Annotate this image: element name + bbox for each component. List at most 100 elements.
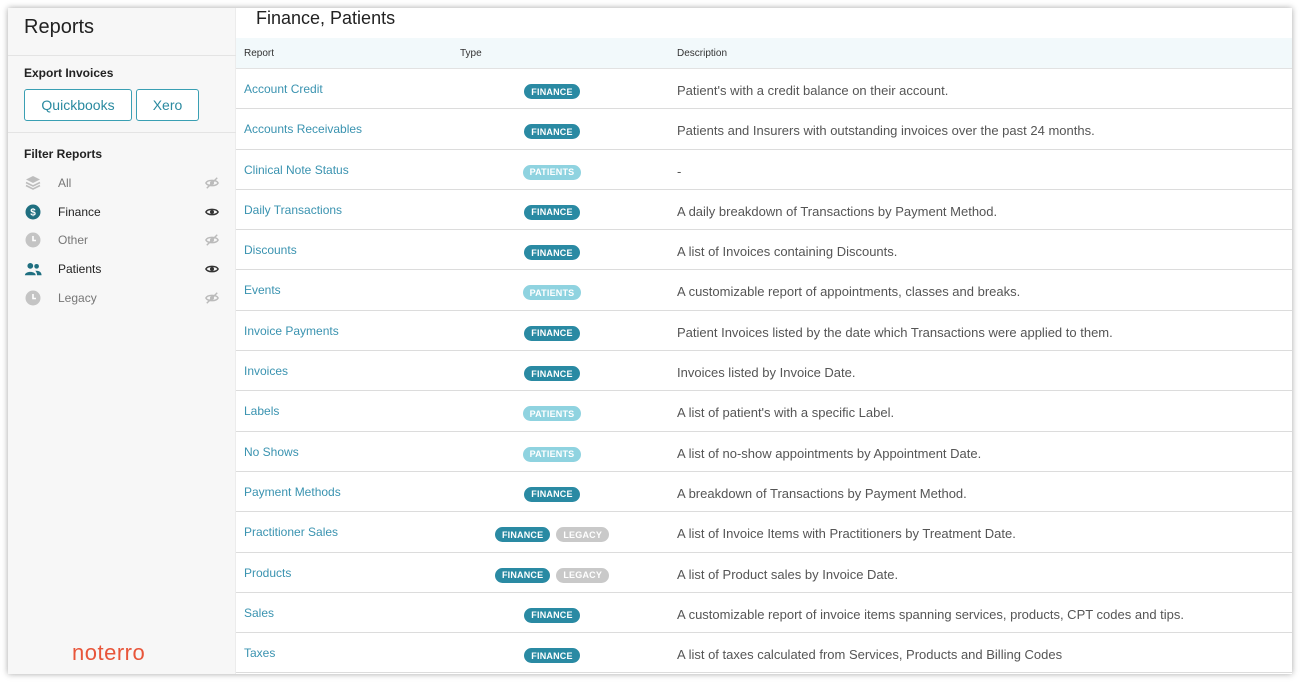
report-link[interactable]: Sales xyxy=(244,606,274,620)
column-header-description: Description xyxy=(677,48,728,59)
type-badge-finance: FINANCE xyxy=(524,325,580,341)
type-badges: FINANCE xyxy=(460,204,644,220)
filter-item-patients[interactable]: Patients xyxy=(24,259,220,279)
report-link[interactable]: Products xyxy=(244,566,291,580)
svg-text:$: $ xyxy=(30,207,36,218)
table-row: Products FINANCE LEGACY A list of Product s… xyxy=(236,553,1292,593)
report-link[interactable]: Taxes xyxy=(244,646,275,660)
type-badges: FINANCE xyxy=(460,648,644,664)
type-badge-patients: PATIENTS xyxy=(522,446,582,462)
eye-icon[interactable] xyxy=(204,204,220,220)
type-badges: FINANCE xyxy=(460,84,644,99)
table-row: Invoices FINANCE Invoices listed by Invoic… xyxy=(236,351,1292,392)
report-link[interactable]: No Shows xyxy=(244,445,299,459)
table-row: Payment Methods FINANCE A breakdown of Tra… xyxy=(236,472,1292,513)
eye-off-icon[interactable] xyxy=(204,175,220,191)
clock-icon xyxy=(24,289,42,307)
type-badges: FINANCE LEGACY xyxy=(460,527,644,543)
xero-button[interactable]: Xero xyxy=(136,89,199,121)
type-badges: PATIENTS xyxy=(460,164,644,180)
type-badge-patients: PATIENTS xyxy=(522,285,582,301)
type-badge-finance: FINANCE xyxy=(524,607,580,623)
quickbooks-button[interactable]: Quickbooks xyxy=(24,89,132,121)
type-badges: FINANCE xyxy=(460,245,644,261)
filter-item-legacy[interactable]: Legacy xyxy=(24,288,220,308)
users-icon xyxy=(24,260,42,278)
report-link[interactable]: Clinical Note Status xyxy=(244,163,349,177)
table-row: Taxes FINANCE A list of taxes calculated f… xyxy=(236,633,1292,674)
table-row: Sales FINANCE A customizable report of inv… xyxy=(236,593,1292,634)
type-badges: FINANCE xyxy=(460,486,644,502)
report-description: A list of taxes calculated from Services… xyxy=(677,647,1063,663)
type-badges: PATIENTS xyxy=(460,406,644,422)
noterro-logo: noterro xyxy=(72,640,146,665)
export-section-title: Export Invoices xyxy=(24,66,114,80)
type-badges: PATIENTS xyxy=(460,285,644,301)
type-badge-finance: FINANCE xyxy=(524,124,580,140)
report-link[interactable]: Invoice Payments xyxy=(244,324,339,338)
report-link[interactable]: Labels xyxy=(244,404,279,418)
divider xyxy=(8,55,236,56)
type-badges: FINANCE xyxy=(460,124,644,140)
type-badge-finance: FINANCE xyxy=(524,486,580,502)
app-window: Reports Export Invoices Quickbooks Xero … xyxy=(8,8,1292,674)
report-link[interactable]: Invoices xyxy=(244,364,288,378)
filter-section-title: Filter Reports xyxy=(24,147,103,161)
report-link[interactable]: Discounts xyxy=(244,243,297,257)
table-row: Discounts FINANCE A list of Invoices conta… xyxy=(236,230,1292,271)
column-header-type: Type xyxy=(460,48,482,59)
app-title: Reports xyxy=(24,16,95,38)
type-badge-patients: PATIENTS xyxy=(522,164,582,180)
layers-icon xyxy=(24,174,42,192)
report-description: A list of no-show appointments by Appoin… xyxy=(677,445,982,461)
table-row: Clinical Note Status PATIENTS - xyxy=(236,150,1292,190)
table-row: No Shows PATIENTS A list of no-show appoin… xyxy=(236,432,1292,472)
filter-label: Legacy xyxy=(58,290,97,305)
reports-table-body: Account Credit FINANCE Patient's with a cr… xyxy=(236,69,1292,674)
type-badges: FINANCE LEGACY xyxy=(460,567,644,583)
table-row: Invoice Payments FINANCE Patient Invoices … xyxy=(236,311,1292,352)
report-link[interactable]: Accounts Receivables xyxy=(244,122,362,136)
type-badge-finance: FINANCE xyxy=(494,567,551,583)
dollar-icon: $ xyxy=(24,203,42,221)
type-badge-finance: FINANCE xyxy=(524,366,580,382)
type-badge-legacy: LEGACY xyxy=(556,527,610,543)
report-description: Patients and Insurers with outstanding i… xyxy=(677,123,1095,139)
filter-item-all[interactable]: All xyxy=(24,173,220,193)
report-description: Invoices listed by Invoice Date. xyxy=(677,365,856,381)
report-link[interactable]: Practitioner Sales xyxy=(244,525,338,539)
table-row: Practitioner Sales FINANCE LEGACY A list of… xyxy=(236,512,1292,553)
eye-off-icon[interactable] xyxy=(204,232,220,248)
type-badges: FINANCE xyxy=(460,366,644,382)
report-description: A daily breakdown of Transactions by Pay… xyxy=(677,203,998,219)
report-link[interactable]: Events xyxy=(244,283,281,297)
type-badges: FINANCE xyxy=(460,607,644,623)
filter-label: Patients xyxy=(58,262,102,277)
type-badge-finance: FINANCE xyxy=(494,527,551,543)
report-link[interactable]: Daily Transactions xyxy=(244,203,342,217)
report-description: A list of Invoice Items with Practitione… xyxy=(677,526,1016,542)
filter-label: Finance xyxy=(58,204,101,219)
report-description: Patient Invoices listed by the date whic… xyxy=(677,324,1113,340)
type-badge-finance: FINANCE xyxy=(524,245,580,261)
report-link[interactable]: Account Credit xyxy=(244,82,323,96)
type-badge-finance: FINANCE xyxy=(524,648,580,664)
type-badge-legacy: LEGACY xyxy=(556,567,610,583)
filter-item-other[interactable]: Other xyxy=(24,230,220,250)
report-link[interactable]: Payment Methods xyxy=(244,485,341,499)
eye-icon[interactable] xyxy=(204,261,220,277)
report-description: A list of Product sales by Invoice Date. xyxy=(677,566,899,582)
table-row: Daily Transactions FINANCE A daily breakdo… xyxy=(236,190,1292,231)
report-description: A customizable report of invoice items s… xyxy=(677,606,1185,622)
report-description: Patient's with a credit balance on their… xyxy=(677,83,949,98)
table-row: Accounts Receivables FINANCE Patients and … xyxy=(236,109,1292,150)
filter-item-finance[interactable]: $ Finance xyxy=(24,202,220,222)
eye-off-icon[interactable] xyxy=(204,290,220,306)
report-description: A breakdown of Transactions by Payment M… xyxy=(677,485,967,501)
type-badge-finance: FINANCE xyxy=(524,84,580,99)
report-description: A customizable report of appointments, c… xyxy=(677,284,1021,300)
type-badges: PATIENTS xyxy=(460,446,644,462)
report-description: A list of Invoices containing Discounts. xyxy=(677,244,898,260)
clock-icon xyxy=(24,231,42,249)
sidebar: Reports Export Invoices Quickbooks Xero … xyxy=(8,8,236,674)
